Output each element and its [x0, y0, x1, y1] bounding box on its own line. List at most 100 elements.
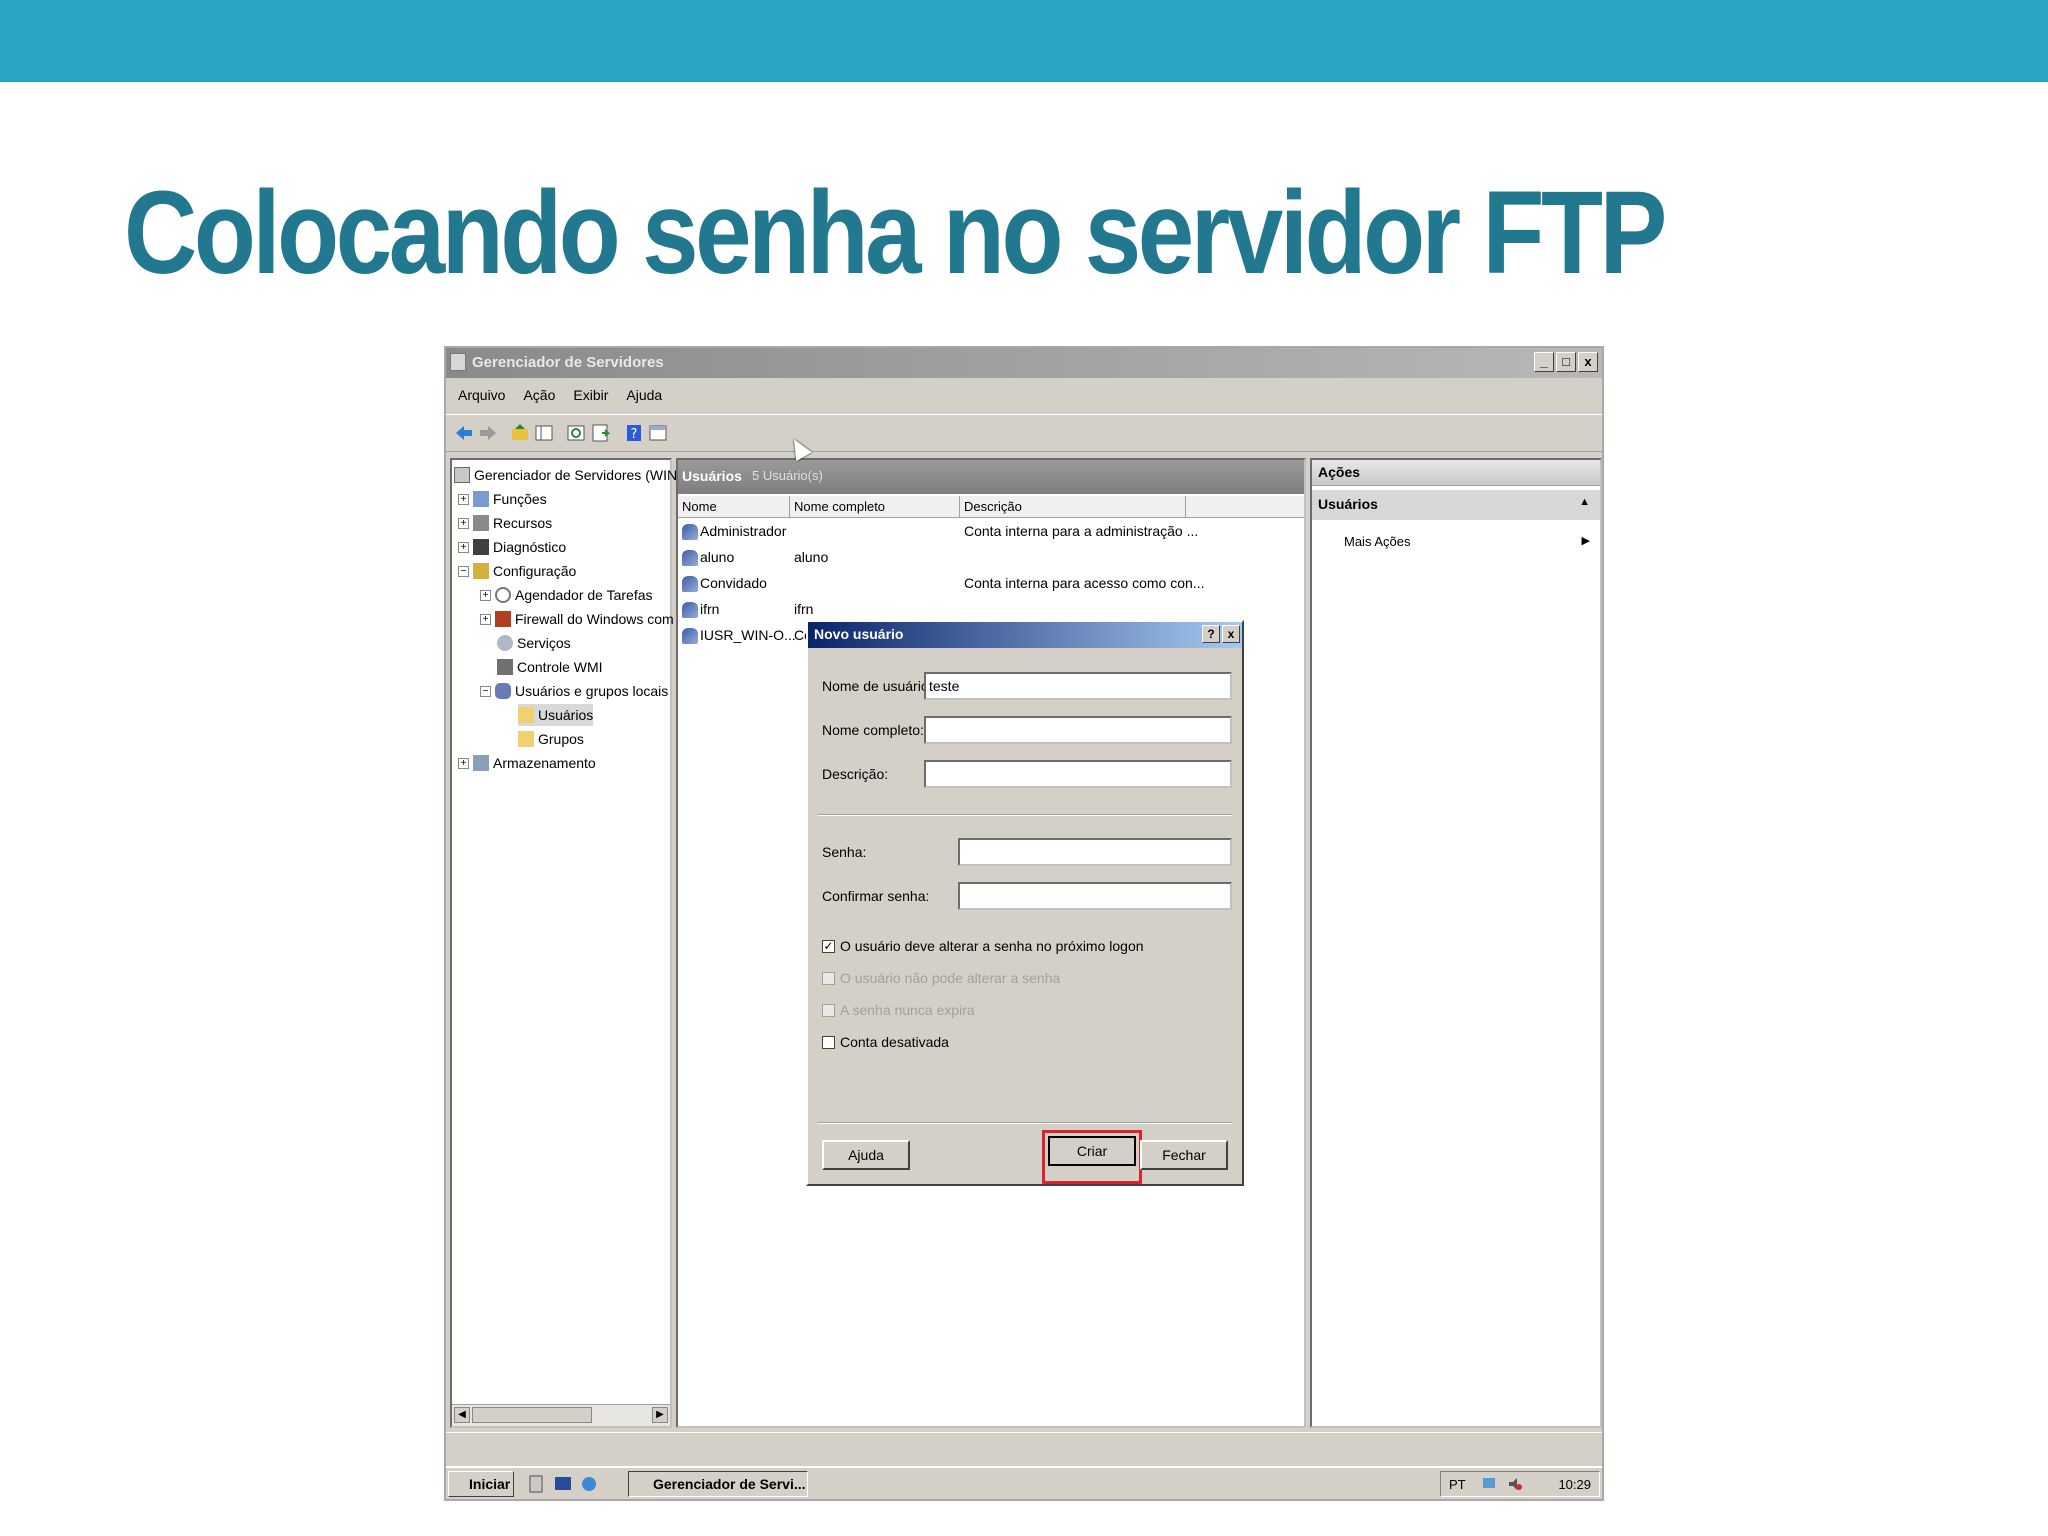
- fullname-input[interactable]: [924, 716, 1232, 744]
- account-disabled-checkbox[interactable]: Conta desativada: [822, 1032, 949, 1052]
- window-title: Gerenciador de Servidores: [472, 354, 664, 371]
- server-manager-quicklaunch-icon[interactable]: [528, 1475, 546, 1493]
- task-label: Gerenciador de Servi...: [653, 1476, 806, 1492]
- password-input[interactable]: [958, 838, 1232, 866]
- must-change-password-checkbox[interactable]: ✓ O usuário deve alterar a senha no próx…: [822, 936, 1144, 956]
- dialog-titlebar[interactable]: Novo usuário ? x: [808, 622, 1242, 648]
- speaker-icon[interactable]: [1507, 1476, 1523, 1492]
- close-dialog-button[interactable]: Fechar: [1140, 1140, 1228, 1170]
- tree-item-label: Diagnóstico: [493, 539, 567, 555]
- up-folder-icon[interactable]: [510, 423, 530, 443]
- tree-item-funcoes[interactable]: + Funções: [458, 488, 547, 510]
- fullname-label: Nome completo:: [822, 722, 924, 738]
- table-row[interactable]: ifrn ifrn: [678, 598, 1304, 622]
- start-button[interactable]: Iniciar: [448, 1471, 514, 1497]
- checkbox-icon[interactable]: [822, 971, 835, 985]
- tree-item-diagnostico[interactable]: + Diagnóstico: [458, 536, 566, 558]
- language-indicator[interactable]: PT: [1449, 1477, 1466, 1492]
- maximize-button[interactable]: □: [1556, 352, 1576, 372]
- create-button[interactable]: Criar: [1048, 1136, 1136, 1166]
- tree-item-controle-wmi[interactable]: Controle WMI: [497, 656, 603, 678]
- show-hide-tree-icon[interactable]: [534, 423, 554, 443]
- dialog-title: Novo usuário: [814, 626, 904, 642]
- tree-horizontal-scrollbar[interactable]: ◀ ▶: [452, 1404, 670, 1426]
- tree-item-usuarios[interactable]: Usuários: [518, 704, 594, 726]
- refresh-icon[interactable]: [566, 423, 586, 443]
- cannot-change-password-checkbox[interactable]: O usuário não pode alterar a senha: [822, 968, 1060, 988]
- help-icon[interactable]: ?: [624, 423, 644, 443]
- expand-plus-icon[interactable]: +: [458, 757, 469, 769]
- column-descricao[interactable]: Descrição: [960, 496, 1186, 518]
- export-list-icon[interactable]: [590, 423, 610, 443]
- confirm-password-input[interactable]: [958, 882, 1232, 910]
- explorer-icon[interactable]: [580, 1475, 598, 1493]
- tree-item-label: Serviços: [517, 635, 571, 651]
- password-label: Senha:: [822, 844, 867, 860]
- help-button[interactable]: Ajuda: [822, 1140, 910, 1170]
- menu-arquivo[interactable]: Arquivo: [458, 387, 505, 403]
- checkbox-icon[interactable]: [822, 1035, 835, 1049]
- tree-item-recursos[interactable]: + Recursos: [458, 512, 552, 534]
- expand-plus-icon[interactable]: +: [458, 493, 469, 505]
- menu-bar: Arquivo Ação Exibir Ajuda: [446, 378, 1602, 412]
- mais-acoes-link[interactable]: Mais Ações: [1344, 534, 1410, 549]
- menu-acao[interactable]: Ação: [523, 387, 555, 403]
- status-bar: [446, 1432, 1602, 1458]
- row-description: Conta interna para a administração ...: [964, 523, 1199, 539]
- tree-item-firewall[interactable]: + Firewall do Windows com Se: [480, 608, 695, 630]
- collapse-up-icon[interactable]: ▲: [1579, 496, 1590, 508]
- properties-icon[interactable]: [648, 423, 668, 443]
- tree-item-label: Grupos: [538, 731, 584, 747]
- collapse-minus-icon[interactable]: −: [458, 565, 469, 577]
- minimize-button[interactable]: _: [1534, 352, 1554, 372]
- window-titlebar[interactable]: Gerenciador de Servidores _ □ x: [446, 348, 1602, 378]
- start-label: Iniciar: [469, 1476, 511, 1492]
- scroll-right-icon[interactable]: ▶: [652, 1407, 668, 1423]
- configuration-icon: [473, 563, 489, 579]
- powershell-icon[interactable]: [554, 1475, 572, 1493]
- table-row[interactable]: aluno aluno: [678, 546, 1304, 570]
- checkbox-checked-icon[interactable]: ✓: [822, 939, 835, 953]
- description-input[interactable]: [924, 760, 1232, 788]
- tree-item-configuracao[interactable]: − Configuração: [458, 560, 576, 582]
- tree-item-servicos[interactable]: Serviços: [497, 632, 571, 654]
- back-arrow-icon[interactable]: [454, 423, 474, 443]
- password-never-expires-checkbox[interactable]: A senha nunca expira: [822, 1000, 975, 1020]
- tree-item-agendador[interactable]: + Agendador de Tarefas: [480, 584, 653, 606]
- actions-header: Ações: [1312, 460, 1600, 486]
- forward-arrow-icon[interactable]: [478, 423, 498, 443]
- table-row[interactable]: Convidado Conta interna para acesso como…: [678, 572, 1304, 596]
- expand-plus-icon[interactable]: +: [480, 613, 491, 625]
- scroll-left-icon[interactable]: ◀: [454, 1407, 470, 1423]
- network-icon[interactable]: [1481, 1476, 1497, 1492]
- scroll-thumb[interactable]: [472, 1407, 592, 1423]
- table-row[interactable]: Administrador Conta interna para a admin…: [678, 520, 1304, 544]
- menu-exibir[interactable]: Exibir: [573, 387, 608, 403]
- dialog-close-icon[interactable]: x: [1222, 625, 1240, 643]
- column-nome[interactable]: Nome: [678, 496, 790, 518]
- system-tray: PT 10:29: [1440, 1471, 1600, 1497]
- actions-section-usuarios[interactable]: Usuários ▲: [1312, 490, 1600, 520]
- username-input[interactable]: [924, 672, 1232, 700]
- tree-item-usuarios-grupos[interactable]: − Usuários e grupos locais: [480, 680, 668, 702]
- tree-item-label: Controle WMI: [517, 659, 603, 675]
- row-name: IUSR_WIN-O...: [700, 627, 796, 643]
- help-question-icon[interactable]: ?: [1202, 625, 1220, 643]
- tree-item-grupos[interactable]: Grupos: [518, 728, 584, 750]
- expand-plus-icon[interactable]: +: [480, 589, 491, 601]
- tree-item-server-manager[interactable]: Gerenciador de Servidores (WIN-OI: [454, 464, 697, 486]
- slide-title: Colocando senha no servidor FTP: [124, 167, 1667, 299]
- collapse-minus-icon[interactable]: −: [480, 685, 491, 697]
- user-icon: [682, 602, 698, 619]
- expand-plus-icon[interactable]: +: [458, 541, 469, 553]
- taskbar-server-manager[interactable]: Gerenciador de Servi...: [628, 1471, 808, 1497]
- close-button[interactable]: x: [1578, 352, 1598, 372]
- tree-item-label: Gerenciador de Servidores (WIN-OI: [474, 467, 697, 483]
- expand-plus-icon[interactable]: +: [458, 517, 469, 529]
- column-nome-completo[interactable]: Nome completo: [790, 496, 960, 518]
- clock: 10:29: [1558, 1477, 1591, 1492]
- checkbox-icon[interactable]: [822, 1003, 835, 1017]
- tree-item-armazenamento[interactable]: + Armazenamento: [458, 752, 596, 774]
- menu-ajuda[interactable]: Ajuda: [626, 387, 662, 403]
- row-name: ifrn: [700, 601, 720, 617]
